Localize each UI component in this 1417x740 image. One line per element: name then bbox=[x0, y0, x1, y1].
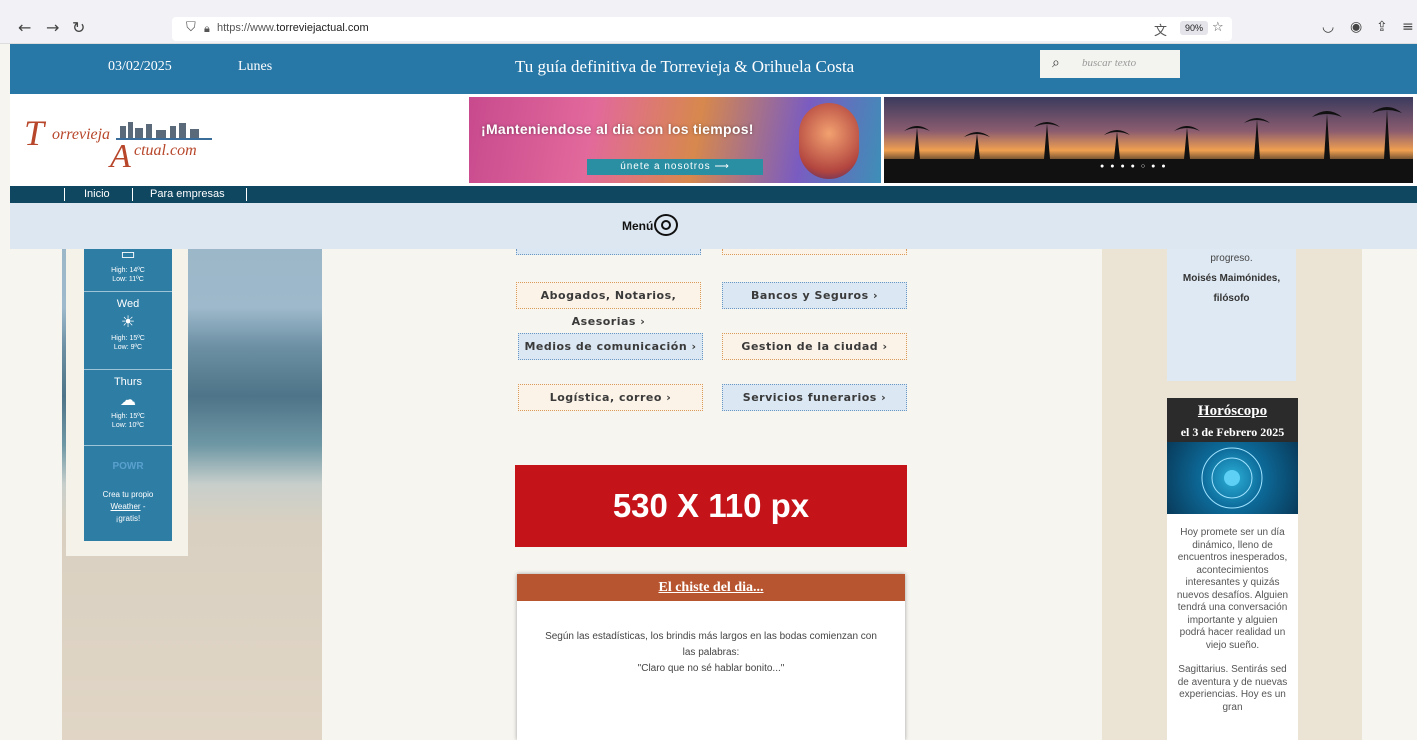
palm-sunset-slider[interactable]: ●●●●○●● bbox=[884, 97, 1413, 183]
powr-promo: Crea tu propio Weather - ¡gratis! bbox=[102, 490, 154, 523]
cloud-sun-icon: ☁ bbox=[120, 390, 136, 409]
horoscope-title[interactable]: Horóscopo bbox=[1167, 398, 1298, 420]
url-text[interactable]: https://www.torreviejactual.com bbox=[217, 22, 369, 34]
horoscope-card: Horóscopo el 3 de Febrero 2025 Hoy prome… bbox=[1167, 398, 1298, 740]
lock-icon[interactable]: 🔒︎ bbox=[204, 22, 210, 36]
sun-icon: ☀ bbox=[120, 312, 136, 331]
extensions-icon[interactable]: ⇪ bbox=[1376, 19, 1388, 35]
carnival-figure bbox=[799, 103, 859, 179]
main-nav: Inicio Para empresas bbox=[10, 186, 1417, 203]
ad-placeholder[interactable]: 530 X 110 px bbox=[515, 465, 907, 547]
weather-link[interactable]: Weather bbox=[111, 502, 141, 511]
joke-body: Según las estadísticas, los brindis más … bbox=[545, 631, 877, 674]
menu-bar[interactable]: Menú bbox=[10, 203, 1417, 249]
weather-day-wed: Wed ☀ High: 15ºC Low: 9ºC bbox=[84, 291, 172, 367]
translate-icon[interactable]: 文 bbox=[1154, 20, 1167, 39]
zoom-level[interactable]: 90% bbox=[1180, 21, 1209, 35]
category-abogados[interactable]: Abogados, Notarios, Asesorias › bbox=[516, 282, 701, 328]
current-date: 03/02/2025 bbox=[108, 59, 172, 74]
join-us-button[interactable]: únete a nosotros ⟶ bbox=[587, 159, 763, 175]
category-partial-2[interactable] bbox=[722, 249, 907, 255]
site-tagline: Tu guía definitiva de Torrevieja & Orihu… bbox=[515, 57, 855, 76]
site-header: T orrevieja A ctual.com ¡Manteniendose a… bbox=[10, 94, 1417, 186]
weather-widget: ▭ High: 14ºC Low: 11ºC Wed ☀ High: 15ºC … bbox=[84, 244, 172, 541]
banner-text: ¡Manteniendose al dia con los tiempos! bbox=[481, 121, 754, 137]
category-bancos[interactable]: Bancos y Seguros › bbox=[722, 282, 907, 309]
nav-para-empresas[interactable]: Para empresas bbox=[150, 188, 225, 200]
joke-of-the-day: El chiste del dia... Según las estadísti… bbox=[517, 574, 905, 740]
category-partial-1[interactable] bbox=[516, 249, 701, 255]
zodiac-wheel-image bbox=[1167, 442, 1298, 514]
calendar-icon: ▭ bbox=[120, 244, 136, 263]
palm-trees-image bbox=[884, 107, 1413, 183]
top-info-bar: 03/02/2025 Lunes Tu guía definitiva de T… bbox=[10, 44, 1417, 94]
shield-icon[interactable]: ⛉ bbox=[186, 20, 196, 35]
horoscope-text: Hoy promete ser un día dinámico, lleno d… bbox=[1176, 527, 1289, 713]
account-icon[interactable]: ◉ bbox=[1350, 19, 1362, 35]
back-icon[interactable]: ← bbox=[18, 18, 31, 37]
eye-icon[interactable] bbox=[654, 214, 678, 236]
weather-day-1: ▭ High: 14ºC Low: 11ºC bbox=[84, 244, 172, 290]
quote-card: progreso. Moisés Maimónides, filósofo bbox=[1167, 249, 1296, 381]
menu-icon[interactable]: ≡ bbox=[1402, 19, 1414, 35]
category-logistica[interactable]: Logística, correo › bbox=[518, 384, 703, 411]
search-input[interactable]: ⌕ buscar texto bbox=[1040, 50, 1180, 78]
menu-label[interactable]: Menú bbox=[622, 219, 653, 233]
category-gestion[interactable]: Gestion de la ciudad › bbox=[722, 333, 907, 360]
current-day: Lunes bbox=[238, 59, 273, 74]
weather-day-thurs: Thurs ☁ High: 15ºC Low: 10ºC bbox=[84, 369, 172, 445]
nav-inicio[interactable]: Inicio bbox=[84, 188, 110, 200]
bookmark-star-icon[interactable]: ☆ bbox=[1212, 20, 1224, 35]
reload-icon[interactable]: ↻ bbox=[72, 18, 85, 37]
search-placeholder[interactable]: buscar texto bbox=[1082, 57, 1136, 69]
pocket-icon[interactable]: ◡ bbox=[1322, 19, 1334, 35]
search-icon[interactable]: ⌕ bbox=[1052, 55, 1060, 71]
slider-dots[interactable]: ●●●●○●● bbox=[1100, 163, 1172, 170]
joke-title[interactable]: El chiste del dia... bbox=[517, 574, 905, 601]
horoscope-date: el 3 de Febrero 2025 bbox=[1180, 425, 1285, 439]
forward-icon[interactable]: → bbox=[46, 18, 59, 37]
carnival-banner[interactable]: ¡Manteniendose al dia con los tiempos! ú… bbox=[469, 97, 881, 183]
browser-toolbar: ← → ↻ ⛉ 🔒︎ https://www.torreviejactual.c… bbox=[0, 0, 1417, 44]
city-skyline-icon bbox=[116, 122, 212, 140]
address-bar[interactable]: ⛉ 🔒︎ https://www.torreviejactual.com 文 9… bbox=[172, 17, 1232, 41]
category-funerarios[interactable]: Servicios funerarios › bbox=[722, 384, 907, 411]
category-medios[interactable]: Medios de comunicación › bbox=[518, 333, 703, 360]
powr-logo[interactable]: POWR bbox=[84, 461, 172, 472]
